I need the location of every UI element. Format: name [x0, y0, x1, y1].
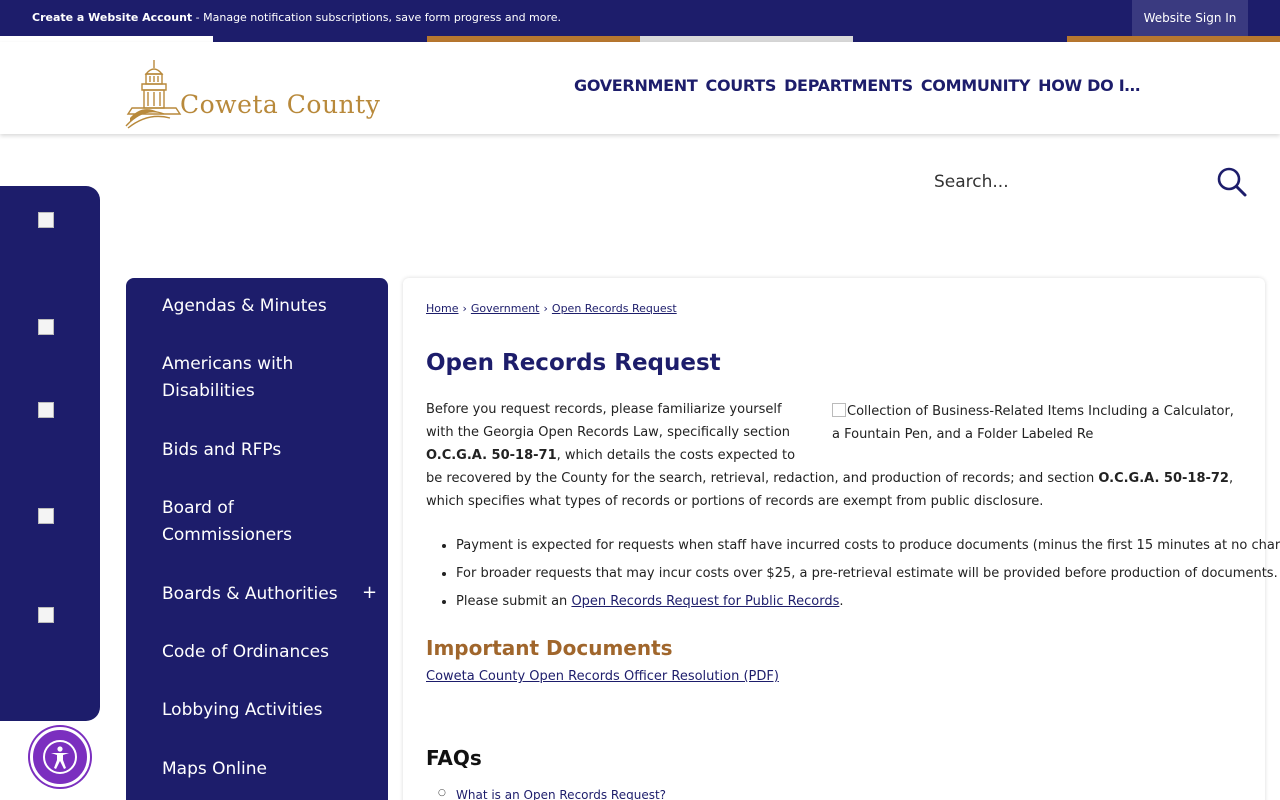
broken-image-icon[interactable] — [38, 212, 54, 228]
submit-suffix: . — [839, 594, 844, 609]
expand-submenu-button[interactable]: + — [362, 582, 377, 603]
nav-how-do-i[interactable]: HOW DO I… — [1038, 76, 1140, 95]
breadcrumb-government[interactable]: Government — [471, 302, 540, 315]
list-item: Please submit an Open Records Request fo… — [456, 588, 1246, 616]
nav-courts[interactable]: COURTS — [706, 76, 777, 95]
breadcrumb-home[interactable]: Home — [426, 302, 458, 315]
breadcrumb-open-records-request[interactable]: Open Records Request — [552, 302, 677, 315]
list-item: Payment is expected for requests when st… — [456, 532, 1280, 560]
coweta-county-logo[interactable]: Coweta County — [124, 60, 384, 130]
ocga-50-18-71: O.C.G.A. 50-18-71 — [426, 448, 557, 463]
important-documents-heading: Important Documents — [426, 636, 673, 660]
site-search[interactable]: Search... — [922, 160, 1252, 204]
open-records-request-link[interactable]: Open Records Request for Public Records — [571, 594, 839, 609]
main-content: Home › Government › Open Records Request Ope… — [403, 278, 1280, 800]
sidebar-item-board-of-commissioners[interactable]: Board of Commissioners — [162, 495, 362, 549]
accessibility-icon — [43, 740, 77, 774]
sidebar-item-bids-rfps[interactable]: Bids and RFPs — [162, 437, 362, 464]
intro-text-1: Before you request records, please famil… — [426, 402, 791, 440]
main-navigation: GOVERNMENT COURTS DEPARTMENTS COMMUNITY … — [574, 76, 1140, 95]
breadcrumb-separator: › — [543, 302, 548, 315]
courthouse-logo-icon — [125, 60, 182, 129]
create-account-notice[interactable]: Create a Website Account - Manage notifi… — [32, 0, 561, 36]
request-info-list: Payment is expected for requests when st… — [456, 532, 1280, 616]
submit-prefix: Please submit an — [456, 594, 572, 609]
site-header: Coweta County GOVERNMENT COURTS DEPARTME… — [0, 42, 1280, 134]
broken-image-icon[interactable] — [38, 319, 54, 335]
sidebar-menu: Agendas & Minutes Americans with Disabil… — [126, 278, 388, 800]
ocga-50-18-72: O.C.G.A. 50-18-72 — [1098, 471, 1229, 486]
faq-what-is-open-records-request[interactable]: What is an Open Records Request? — [438, 788, 666, 800]
nav-departments[interactable]: DEPARTMENTS — [784, 76, 913, 95]
sidebar-item-boards-authorities[interactable]: Boards & Authorities — [162, 581, 362, 608]
search-input[interactable]: Search... — [934, 172, 1009, 192]
sidebar-item-americans-with-disabilities[interactable]: Americans with Disabilities — [162, 351, 362, 405]
broken-image-icon[interactable] — [38, 607, 54, 623]
breadcrumb: Home › Government › Open Records Request — [426, 302, 677, 315]
breadcrumb-separator: › — [462, 302, 467, 315]
sidebar-item-code-of-ordinances[interactable]: Code of Ordinances — [162, 639, 362, 666]
top-utility-bar: Create a Website Account - Manage notifi… — [0, 0, 1280, 36]
sidebar-item-maps-online[interactable]: Maps Online — [162, 756, 362, 783]
accessibility-button[interactable] — [30, 727, 90, 787]
broken-image-icon — [832, 403, 846, 417]
resolution-pdf-link[interactable]: Coweta County Open Records Officer Resol… — [426, 669, 779, 684]
faqs-heading: FAQs — [426, 746, 482, 770]
sidebar-item-lobbying-activities[interactable]: Lobbying Activities — [162, 697, 362, 724]
sidebar-item-agendas-minutes[interactable]: Agendas & Minutes — [162, 293, 362, 320]
search-icon[interactable] — [1216, 166, 1248, 198]
page-title: Open Records Request — [426, 350, 721, 376]
nav-government[interactable]: GOVERNMENT — [574, 76, 698, 95]
logo-text: Coweta County — [180, 90, 381, 119]
quick-links-panel — [0, 186, 100, 721]
create-account-link[interactable]: Create a Website Account — [32, 11, 192, 24]
image-alt-text: Collection of Business-Related Items Inc… — [832, 404, 1234, 442]
website-sign-in-button[interactable]: Website Sign In — [1132, 0, 1248, 36]
intro-paragraph: Collection of Business-Related Items Inc… — [426, 398, 1236, 513]
business-items-image: Collection of Business-Related Items Inc… — [832, 398, 1236, 446]
broken-image-icon[interactable] — [38, 508, 54, 524]
create-account-description: - Manage notification subscriptions, sav… — [192, 11, 562, 24]
list-item: For broader requests that may incur cost… — [456, 560, 1278, 588]
nav-community[interactable]: COMMUNITY — [921, 76, 1031, 95]
broken-image-icon[interactable] — [38, 402, 54, 418]
